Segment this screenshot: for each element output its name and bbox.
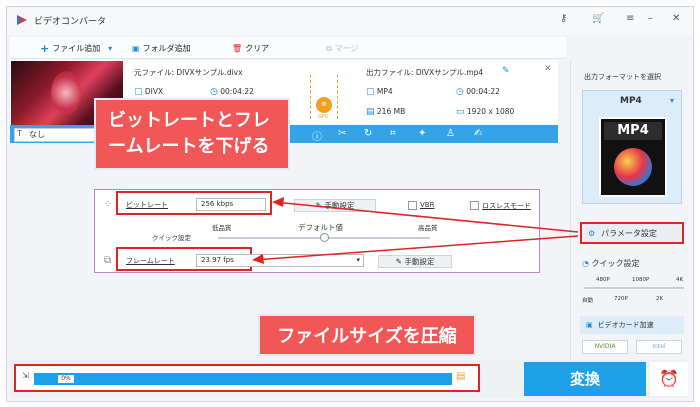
arrow-to-bitrate <box>273 201 579 233</box>
compress-callout: ファイルサイズを圧縮 <box>258 314 476 356</box>
arrow-to-framerate <box>253 235 579 261</box>
bitrate-framerate-callout: ビットレートとフレームレートを下げる <box>94 98 290 170</box>
arrowhead-framerate <box>252 254 264 264</box>
arrowhead-bitrate <box>272 197 284 207</box>
callout-text: ビットレートとフレームレートを下げる <box>108 110 270 157</box>
